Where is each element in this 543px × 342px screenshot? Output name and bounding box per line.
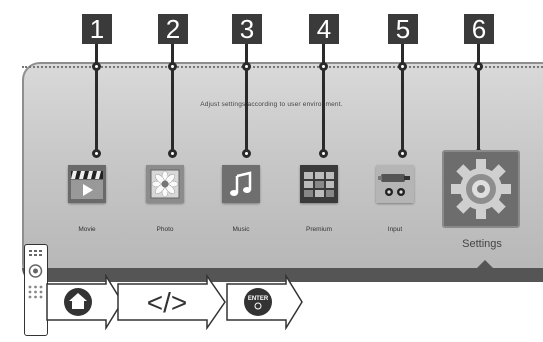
callout-dot <box>242 62 251 71</box>
callout-dot <box>92 62 101 71</box>
callout-line-4 <box>322 44 325 154</box>
remote-control <box>24 244 48 336</box>
callout-5: 5 <box>388 14 418 44</box>
callout-dot <box>398 149 407 158</box>
menu-item-music[interactable] <box>222 165 260 203</box>
callout-line-3 <box>245 44 248 154</box>
home-key-step <box>46 274 123 330</box>
photo-icon <box>146 165 184 203</box>
menu-label-settings: Settings <box>462 238 502 250</box>
menu-item-premium[interactable] <box>300 165 338 203</box>
menu-label-photo: Photo <box>156 226 174 233</box>
callout-6: 6 <box>464 14 494 44</box>
menu-item-movie[interactable] <box>68 165 106 203</box>
callout-3: 3 <box>232 14 262 44</box>
selection-indicator <box>476 260 494 269</box>
callout-dot <box>398 62 407 71</box>
arrow-keys-label: </> <box>147 287 187 318</box>
callout-dot <box>474 62 483 71</box>
callout-line-6 <box>477 44 480 154</box>
menu-label-premium: Premium <box>305 226 332 233</box>
enter-key-step: ENTER <box>226 274 303 330</box>
callout-line-5 <box>401 44 404 154</box>
menu-label-music: Music <box>232 226 250 233</box>
menu-label-input: Input <box>387 226 403 233</box>
enter-key-label: ENTER <box>248 296 269 302</box>
menu-item-input[interactable] <box>376 165 414 203</box>
callout-line-2 <box>171 44 174 154</box>
screen-description: Adjust settings according to user enviro… <box>200 101 343 108</box>
arrow-keys-step: </> <box>117 274 226 330</box>
callout-line-1 <box>95 44 98 154</box>
callout-4: 4 <box>309 14 339 44</box>
manual-illustration: Adjust settings according to user enviro… <box>0 0 543 342</box>
remote-icon <box>28 250 43 299</box>
music-icon <box>222 165 260 203</box>
callout-dot <box>319 62 328 71</box>
settings-gear-icon <box>451 159 511 219</box>
callout-dot <box>168 149 177 158</box>
callout-1: 1 <box>82 14 112 44</box>
input-icon <box>376 165 414 203</box>
menu-item-settings[interactable] <box>442 150 520 228</box>
callout-2: 2 <box>158 14 188 44</box>
callout-dot <box>319 149 328 158</box>
callout-dot <box>92 149 101 158</box>
menu-label-movie: Movie <box>78 226 96 233</box>
premium-icon <box>300 165 338 203</box>
callout-dot <box>168 62 177 71</box>
movie-icon <box>68 165 106 203</box>
menu-item-photo[interactable] <box>146 165 184 203</box>
callout-dot <box>242 149 251 158</box>
